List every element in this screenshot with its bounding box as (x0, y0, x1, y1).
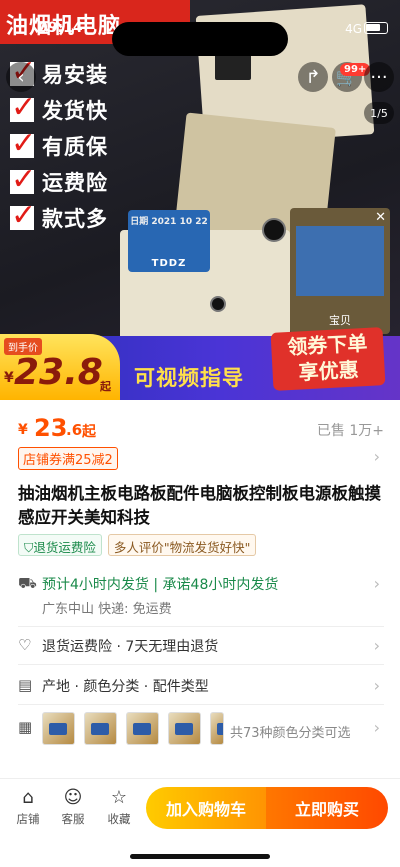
tag-label: 退货运费险 (33, 540, 96, 555)
coupon-row[interactable]: 店铺券满25减2 › (18, 447, 384, 470)
shield-icon: ⛉ (24, 540, 34, 555)
divider (18, 704, 384, 705)
chat-icon: ☺ (63, 787, 83, 808)
shop-coupon-chip[interactable]: 店铺券满25减2 (18, 447, 118, 470)
price-decimal: .6 (66, 421, 83, 439)
chevron-right-icon: › (373, 447, 380, 466)
product-tags: ⛉退货运费险 多人评价"物流发货好快" (18, 534, 257, 556)
buy-now-button[interactable]: 立即购买 (266, 787, 388, 829)
services-row[interactable]: ♡ 退货运费险 · 7天无理由退货 › (18, 636, 384, 658)
feature-label: 有质保 (42, 135, 108, 159)
price-tag-currency: ¥ (4, 370, 14, 386)
product-image-carousel[interactable]: 日期 2021 10 22 TDDZ 油烟机电脑 09:14 4G 易安装 发货… (0, 0, 400, 400)
checkbox-icon (10, 126, 36, 161)
variant-thumbnail[interactable] (126, 712, 159, 745)
shipping-estimate-text: 预计4小时内发货 (42, 577, 149, 593)
specs-text: 产地 · 颜色分类 · 配件类型 (42, 679, 209, 695)
chevron-left-icon: ‹ (17, 66, 25, 88)
shipping-row[interactable]: ⛟ 预计4小时内发货 | 承诺48小时内发货 广东中山 快递: 免运费 › (18, 574, 384, 618)
shipping-promise-text: 承诺48小时内发货 (162, 577, 279, 593)
price-tag-value: 23.8 (14, 352, 103, 393)
feature-item: 有质保 (10, 126, 108, 164)
signal-indicator: 4G (345, 22, 362, 36)
video-label: 宝贝 (329, 314, 351, 327)
chevron-right-icon: › (373, 718, 380, 737)
video-thumbnail (296, 226, 384, 296)
close-icon[interactable]: ✕ (375, 210, 386, 225)
feature-label: 易安装 (42, 63, 108, 87)
chevron-right-icon: › (373, 574, 380, 593)
truck-icon: ⛟ (18, 574, 37, 592)
status-time: 09:14 (38, 20, 83, 36)
clipboard-icon: ▤ (18, 676, 33, 694)
variant-thumbnails (42, 712, 224, 745)
dynamic-island (112, 22, 288, 56)
shop-label: 店铺 (16, 812, 40, 826)
price-suffix: 起 (82, 424, 96, 440)
favorite-label: 收藏 (107, 812, 131, 826)
capacitor-image (262, 218, 286, 242)
battery-icon (364, 22, 388, 34)
variants-summary: 共73种颜色分类可选 (230, 726, 351, 741)
shipping-estimate: 预计4小时内发货 | 承诺48小时内发货 (42, 574, 278, 594)
video-preview[interactable]: ✕ 宝贝 (290, 208, 390, 334)
share-button[interactable]: ↱ (298, 62, 328, 92)
home-indicator[interactable] (130, 854, 270, 859)
add-to-cart-button[interactable]: 加入购物车 (146, 787, 266, 829)
coupon-promo-badge: 领券下单 享优惠 (270, 327, 386, 391)
shop-icon: ⌂ (22, 787, 34, 808)
checkbox-icon (10, 90, 36, 125)
heart-icon: ♡ (18, 636, 32, 654)
variant-thumbnail[interactable] (84, 712, 117, 745)
chevron-right-icon: › (373, 636, 380, 655)
price-tag: 到手价 ¥ 23.8 起 (0, 334, 120, 400)
specs-row[interactable]: ▤ 产地 · 颜色分类 · 配件类型 › (18, 676, 384, 698)
services-text: 退货运费险 · 7天无理由退货 (42, 639, 219, 655)
feature-label: 款式多 (42, 207, 108, 231)
customer-service-button[interactable]: ☺ 客服 (53, 787, 93, 827)
favorite-button[interactable]: ☆ 收藏 (99, 787, 139, 827)
product-title: 抽油烟机主板电路板配件电脑板控制板电源板触摸感应开关美知科技 (18, 484, 381, 527)
variant-thumbnail[interactable] (210, 712, 224, 745)
share-icon: ↱ (305, 66, 321, 88)
checkbox-icon (10, 162, 36, 197)
transformer-date: 日期 2021 10 22 (130, 217, 208, 227)
shop-button[interactable]: ⌂ 店铺 (8, 787, 48, 827)
feature-item: 款式多 (10, 198, 108, 236)
service-label: 客服 (61, 812, 85, 826)
feature-label: 发货快 (42, 99, 108, 123)
price-row: ¥ 23 .6 起 已售 1万+ (18, 414, 384, 444)
checkbox-icon (10, 198, 36, 233)
review-tag[interactable]: 多人评价"物流发货好快" (107, 534, 257, 556)
feature-label: 运费险 (42, 171, 108, 195)
chevron-right-icon: › (373, 676, 380, 695)
image-page-indicator: 1/5 (364, 102, 394, 124)
feature-item: 运费险 (10, 162, 108, 200)
price-currency: ¥ (18, 422, 28, 438)
transformer-image: 日期 2021 10 22 TDDZ (128, 210, 210, 272)
sold-count: 已售 1万+ (316, 423, 384, 439)
star-icon: ☆ (110, 787, 128, 808)
promo-text: 可视频指导 (134, 366, 244, 390)
status-bar: 09:14 4G (0, 10, 400, 56)
divider (18, 664, 384, 665)
back-button[interactable]: ‹ (6, 62, 36, 92)
more-icon: ··· (370, 66, 388, 88)
transformer-label: TDDZ (151, 258, 187, 269)
price-tag-unit: 起 (100, 380, 111, 393)
shipping-separator: | (153, 577, 159, 593)
variant-thumbnail[interactable] (168, 712, 201, 745)
feature-item: 发货快 (10, 90, 108, 128)
divider (18, 626, 384, 627)
more-button[interactable]: ··· (364, 62, 394, 92)
shipping-origin: 广东中山 快递: 免运费 (42, 602, 172, 617)
return-insurance-tag: ⛉退货运费险 (18, 534, 102, 556)
price-integer: 23 (34, 414, 68, 442)
grid-icon: ▦ (18, 718, 33, 736)
variant-thumbnail[interactable] (42, 712, 75, 745)
capacitor-image (210, 296, 226, 312)
